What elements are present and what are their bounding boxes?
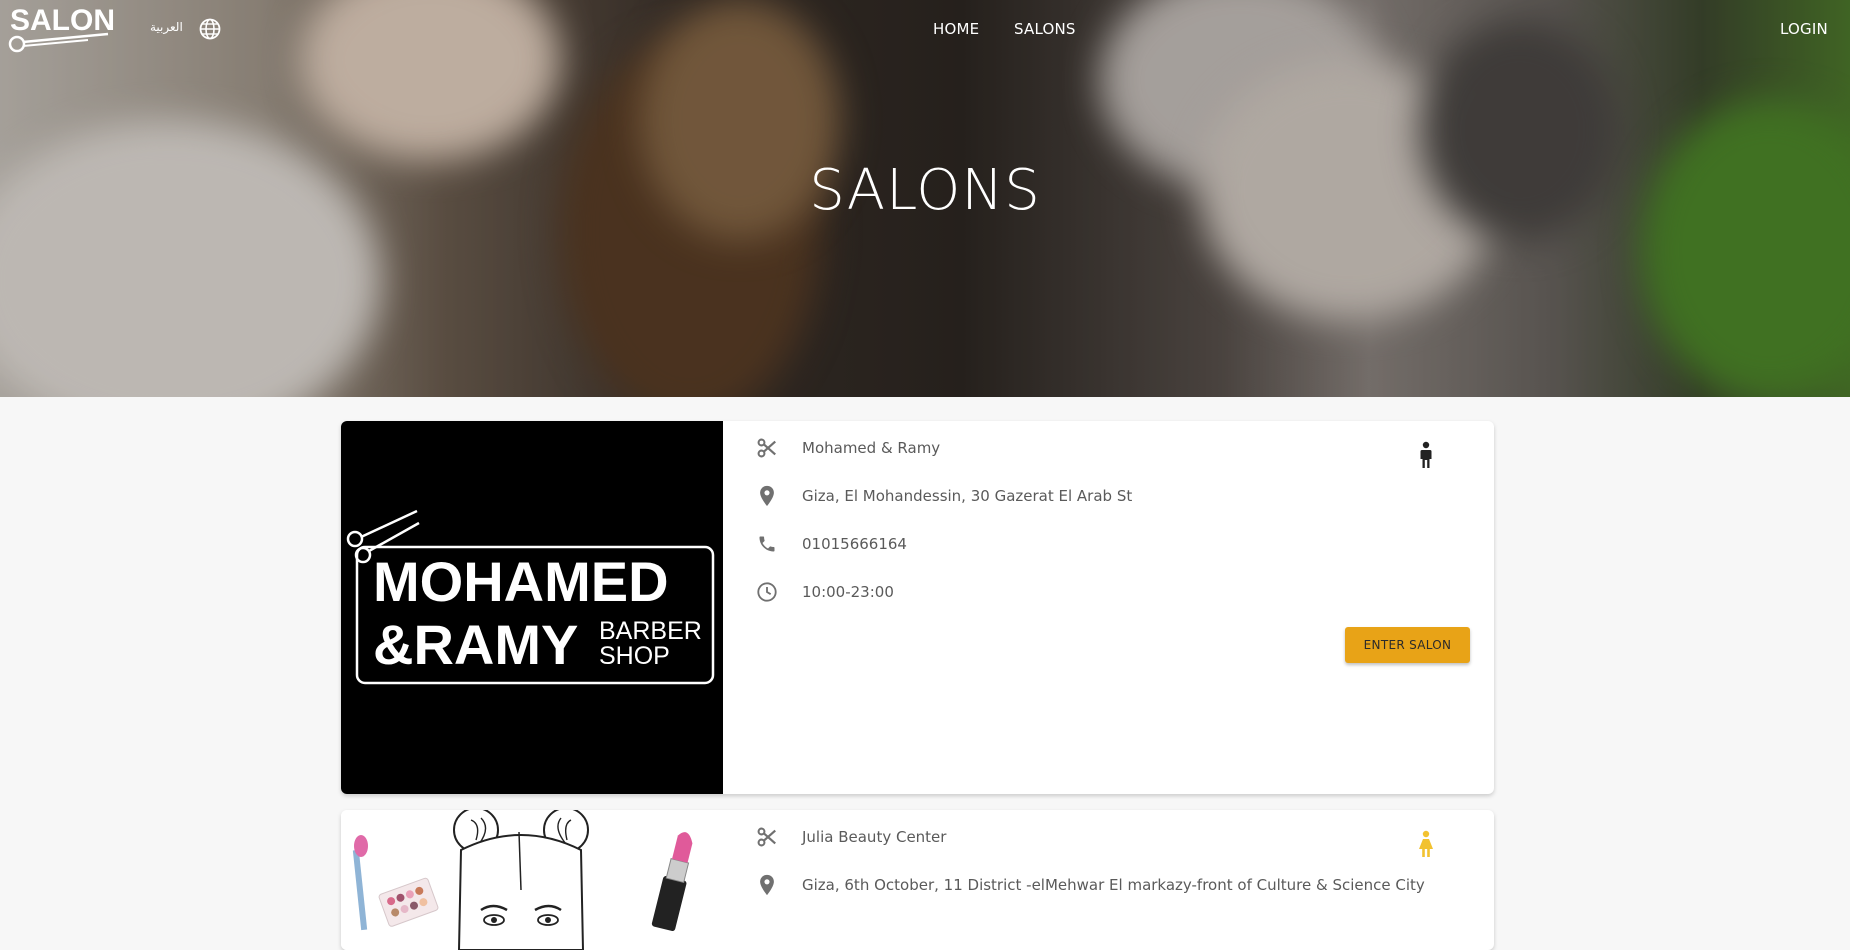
salon-hours: 10:00-23:00 xyxy=(802,583,894,601)
salon-card: MOHAMED &RAMY BARBER SHOP Mohamed & Ramy… xyxy=(341,421,1494,794)
salon-phone-row: 01015666164 xyxy=(754,532,907,556)
salon-name: Julia Beauty Center xyxy=(802,828,947,846)
nav-home-link[interactable]: HOME xyxy=(933,20,979,38)
logo-line1: MOHAMED xyxy=(373,550,669,613)
salon-card: Julia Beauty Center Giza, 6th October, 1… xyxy=(341,810,1494,950)
logo-line2: &RAMY xyxy=(373,613,578,676)
globe-icon[interactable] xyxy=(198,17,222,41)
male-icon xyxy=(1420,441,1432,468)
logo-line3b: SHOP xyxy=(599,642,670,670)
location-pin-icon xyxy=(754,483,780,509)
phone-icon xyxy=(754,531,780,557)
location-pin-icon xyxy=(754,872,780,898)
language-switch[interactable]: العربية xyxy=(150,20,183,34)
salon-name-row: Mohamed & Ramy xyxy=(754,436,940,460)
salon-hours-row: 10:00-23:00 xyxy=(754,580,894,604)
salon-phone[interactable]: 01015666164 xyxy=(802,535,907,553)
nav-salons-link[interactable]: SALONS xyxy=(1014,20,1076,38)
login-link[interactable]: LOGIN xyxy=(1780,20,1828,38)
salon-name-row: Julia Beauty Center xyxy=(754,825,946,849)
salon-logo[interactable]: SALON xyxy=(8,4,115,56)
top-navbar: SALON العربية HOME SALONS LOGIN xyxy=(0,0,1850,60)
salon-name: Mohamed & Ramy xyxy=(802,439,941,457)
salon-address-row: Giza, El Mohandessin, 30 Gazerat El Arab… xyxy=(754,484,1132,508)
scissors-icon xyxy=(754,824,780,850)
salon-address: Giza, 6th October, 11 District -elMehwar… xyxy=(802,876,1425,894)
salon-logo-image[interactable]: MOHAMED &RAMY BARBER SHOP xyxy=(341,421,723,794)
scissors-icon xyxy=(754,435,780,461)
female-icon xyxy=(1419,830,1433,857)
clock-icon xyxy=(754,579,780,605)
page-title: SALONS xyxy=(809,158,1041,223)
salon-address: Giza, El Mohandessin, 30 Gazerat El Arab… xyxy=(802,487,1133,505)
logo-line3a: BARBER xyxy=(599,617,702,645)
enter-salon-button[interactable]: ENTER SALON xyxy=(1345,627,1470,663)
beauty-illustration xyxy=(352,810,693,950)
scissors-logo-icon xyxy=(8,32,109,53)
salon-address-row: Giza, 6th October, 11 District -elMehwar… xyxy=(754,873,1425,897)
salon-logo-image[interactable] xyxy=(341,810,723,950)
barber-logo-graphic: MOHAMED &RAMY BARBER SHOP xyxy=(346,509,715,685)
